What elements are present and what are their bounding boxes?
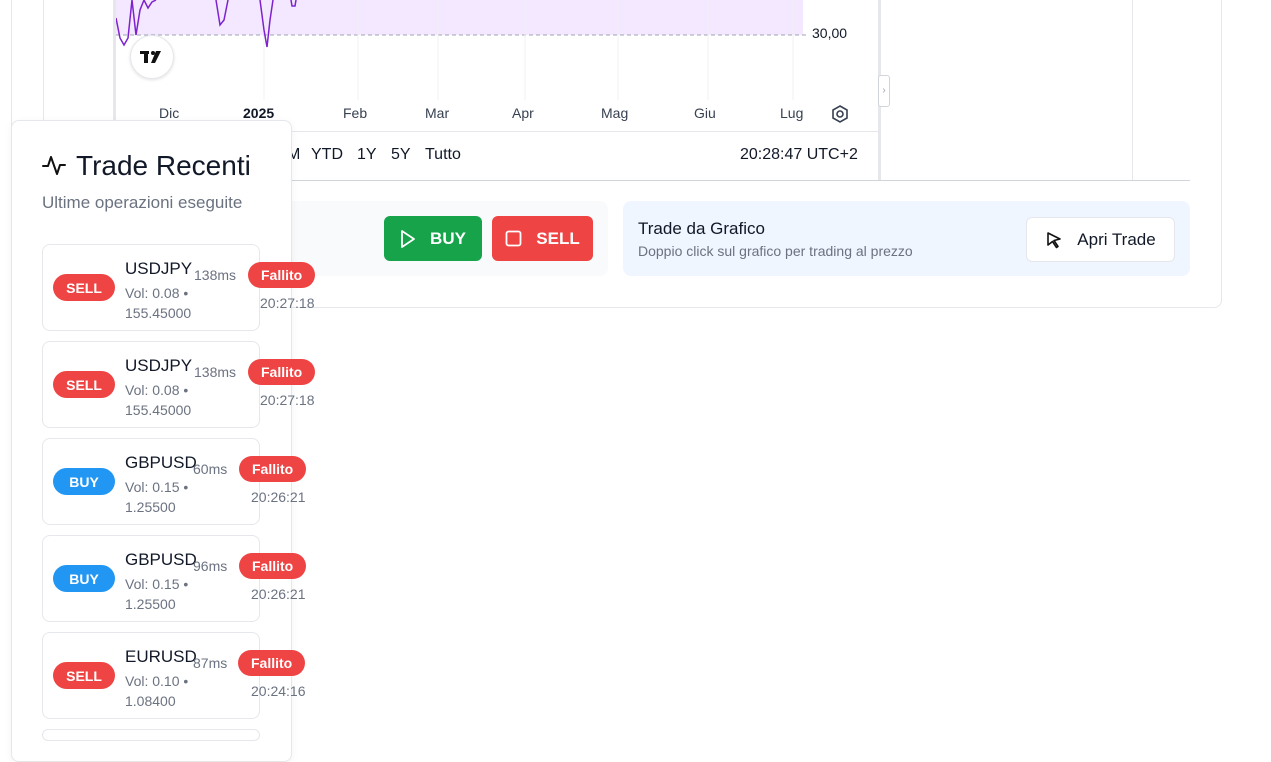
status-badge: Fallito xyxy=(239,553,307,579)
trade-volume: Vol: 0.15 • 1.25500 xyxy=(125,479,189,515)
recent-trades-title: Trade Recenti xyxy=(76,150,251,181)
open-trade-button[interactable]: Apri Trade xyxy=(1026,217,1175,262)
trade-card[interactable]: SELL USDJPY Vol: 0.08 • 155.45000 138ms F… xyxy=(42,244,316,331)
trade-latency: 138ms xyxy=(194,364,237,380)
activity-icon xyxy=(42,156,66,175)
trade-symbol: USDJPY xyxy=(125,259,193,278)
price-chart-svg[interactable] xyxy=(116,0,881,131)
trade-volume: Vol: 0.10 • 1.08400 xyxy=(125,673,189,709)
trade-volume: Vol: 0.08 • 155.45000 xyxy=(125,285,192,321)
range-button-1y[interactable]: 1Y xyxy=(357,146,377,164)
range-button-5y[interactable]: 5Y xyxy=(391,146,411,164)
trade-symbol: GBPUSD xyxy=(125,550,197,569)
chart-trade-title: Trade da Grafico xyxy=(638,219,765,238)
chevron-right-icon[interactable]: › xyxy=(878,75,890,107)
play-icon xyxy=(401,229,415,248)
side-badge: SELL xyxy=(53,662,115,689)
trade-latency: 87ms xyxy=(193,655,228,671)
status-badge: Fallito xyxy=(238,650,306,676)
x-tick: Feb xyxy=(343,105,368,121)
chart-clock: 20:28:47 UTC+2 xyxy=(740,146,858,163)
sell-button-label: SELL xyxy=(536,228,580,248)
chart-trade-subtitle: Doppio click sul grafico per trading al … xyxy=(638,243,913,259)
trade-latency: 60ms xyxy=(193,461,228,477)
buy-button-label: BUY xyxy=(430,228,466,248)
x-tick: Apr xyxy=(512,105,534,121)
x-tick: 2025 xyxy=(243,105,275,121)
trade-time: 20:26:21 xyxy=(251,586,306,602)
price-chart[interactable] xyxy=(113,0,881,131)
trade-card[interactable]: SELL EURUSD Vol: 0.10 • 1.08400 87ms Fall… xyxy=(42,632,306,719)
x-tick: Mag xyxy=(601,105,629,121)
trade-latency: 96ms xyxy=(193,558,228,574)
stop-icon xyxy=(505,230,522,247)
price-axis-label: 30,00 xyxy=(812,25,848,41)
trade-card[interactable]: BUY GBPUSD Vol: 0.15 • 1.25500 60ms Falli… xyxy=(42,438,307,525)
buy-button[interactable]: BUY xyxy=(384,216,482,261)
range-button-ytd[interactable]: YTD xyxy=(311,146,343,164)
trade-time: 20:27:18 xyxy=(260,392,315,408)
range-button-all[interactable]: Tutto xyxy=(425,146,461,164)
tradingview-logo[interactable] xyxy=(130,35,174,79)
side-badge: BUY xyxy=(53,565,115,592)
side-badge: SELL xyxy=(53,274,115,301)
tradingview-logo-icon xyxy=(140,51,161,63)
open-trade-label: Apri Trade xyxy=(1077,229,1156,249)
trade-card[interactable]: SELL USDJPY Vol: 0.08 • 155.45000 138ms F… xyxy=(42,341,316,428)
trade-time: 20:27:18 xyxy=(260,295,315,311)
settings-icon[interactable] xyxy=(830,104,850,124)
cursor-pointer-icon xyxy=(1047,231,1062,248)
x-tick: Dic xyxy=(159,105,180,121)
side-badge: SELL xyxy=(53,371,115,398)
side-badge: BUY xyxy=(53,468,115,495)
status-badge: Fallito xyxy=(248,262,316,288)
trade-time: 20:26:21 xyxy=(251,489,306,505)
x-tick: Giu xyxy=(694,105,716,121)
sell-button[interactable]: SELL xyxy=(492,216,593,261)
status-badge: Fallito xyxy=(248,359,316,385)
recent-trades-subtitle: Ultime operazioni eseguite xyxy=(42,193,243,212)
trade-symbol: GBPUSD xyxy=(125,453,197,472)
trade-volume: Vol: 0.15 • 1.25500 xyxy=(125,576,189,612)
trade-symbol: EURUSD xyxy=(125,647,197,666)
trade-time: 20:24:16 xyxy=(251,683,306,699)
trade-volume: Vol: 0.08 • 155.45000 xyxy=(125,382,192,418)
divider xyxy=(1132,0,1133,180)
x-tick: Lug xyxy=(780,105,804,121)
trade-latency: 138ms xyxy=(194,267,237,283)
status-badge: Fallito xyxy=(239,456,307,482)
x-tick: Mar xyxy=(425,105,450,121)
trade-card[interactable]: BUY GBPUSD Vol: 0.15 • 1.25500 96ms Falli… xyxy=(42,535,307,622)
trade-symbol: USDJPY xyxy=(125,356,193,375)
